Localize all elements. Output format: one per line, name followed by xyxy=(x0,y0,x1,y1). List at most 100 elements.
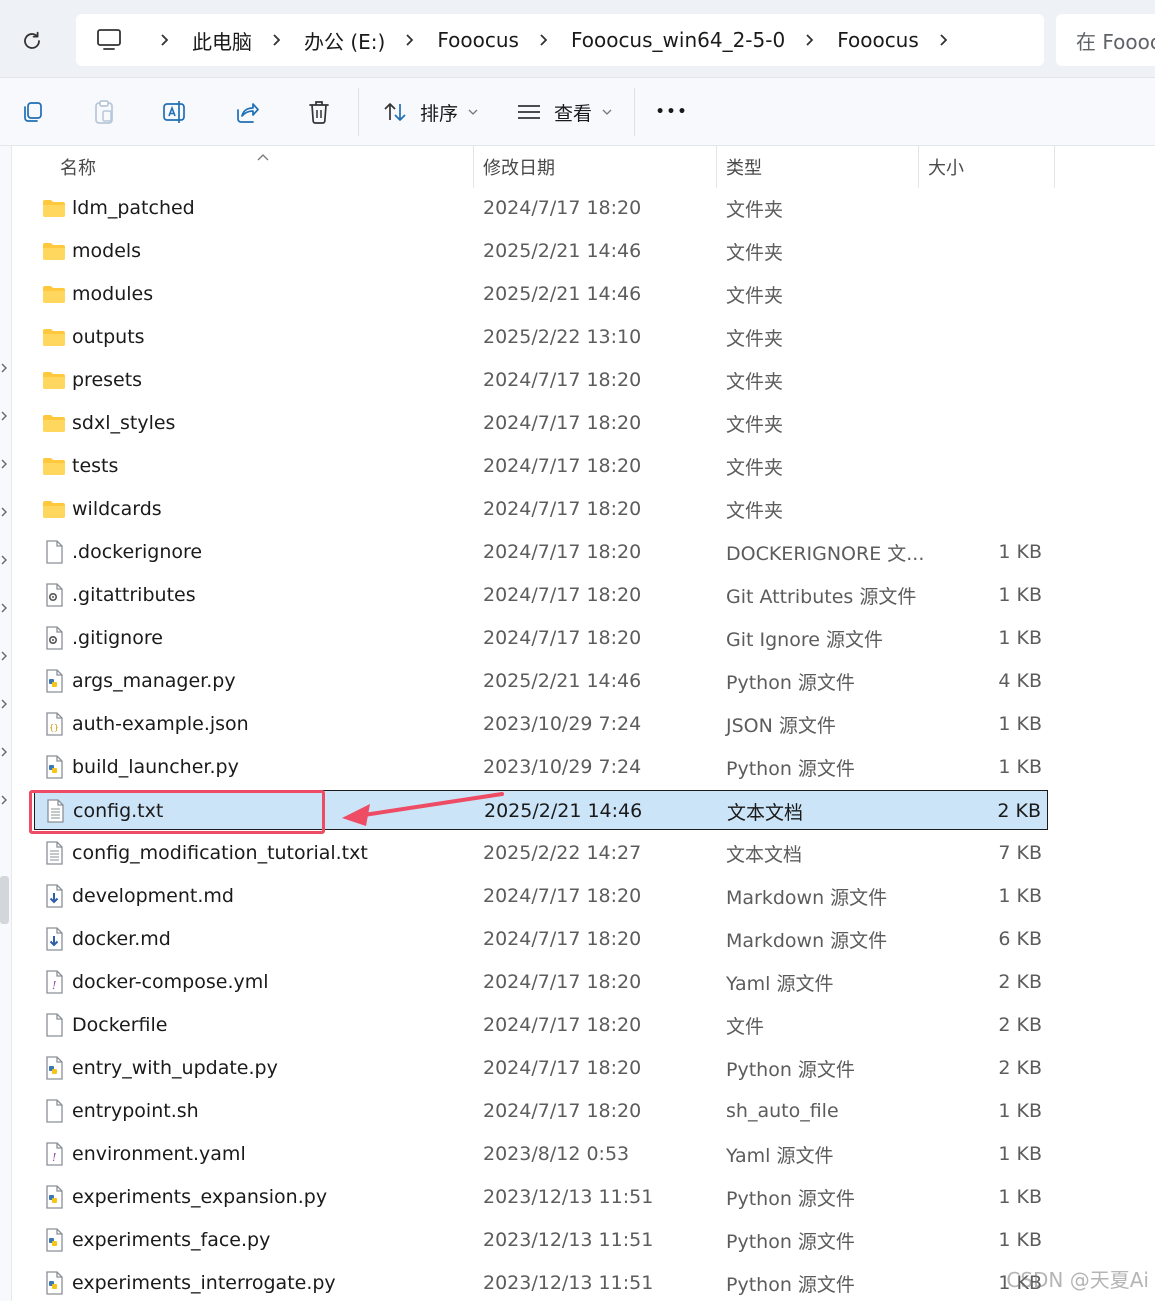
column-header-name[interactable]: 名称 xyxy=(60,146,96,188)
file-date-modified: 2023/12/13 11:51 xyxy=(483,1177,653,1217)
folder-icon xyxy=(42,231,66,271)
file-row-selected[interactable]: config.txt2025/2/21 14:46文本文档2 KB xyxy=(34,790,1048,830)
file-row[interactable]: !docker-compose.yml2024/7/17 18:20Yaml 源… xyxy=(34,962,1048,1002)
view-button[interactable]: 查看 xyxy=(514,92,614,132)
nav-scrollbar-thumb[interactable] xyxy=(0,876,9,924)
column-divider[interactable] xyxy=(918,146,919,188)
search-input[interactable]: 在 Fooocus 中搜索 xyxy=(1056,14,1155,66)
file-row[interactable]: entrypoint.sh2024/7/17 18:20sh_auto_file… xyxy=(34,1091,1048,1131)
file-date-modified: 2023/10/29 7:24 xyxy=(483,704,641,744)
blank-file-icon xyxy=(42,1005,66,1045)
svg-text:!: ! xyxy=(52,1151,56,1164)
chevron-right-icon[interactable] xyxy=(1,602,9,614)
file-type: 文件夹 xyxy=(726,231,783,271)
file-name: auth-example.json xyxy=(72,704,249,744)
chevron-right-icon[interactable] xyxy=(1,362,9,374)
clipboard-icon xyxy=(92,99,116,125)
chevron-right-icon[interactable] xyxy=(1,410,9,422)
chevron-right-icon[interactable] xyxy=(1,458,9,470)
column-header-date[interactable]: 修改日期 xyxy=(483,146,555,188)
column-divider[interactable] xyxy=(716,146,717,188)
more-options-button[interactable]: ••• xyxy=(652,92,692,132)
file-date-modified: 2025/2/22 13:10 xyxy=(483,317,641,357)
breadcrumb-item-this-pc[interactable]: 此电脑 xyxy=(188,26,256,55)
copy-button[interactable] xyxy=(14,92,50,132)
chevron-right-icon[interactable] xyxy=(805,33,815,47)
chevron-right-icon[interactable] xyxy=(1,650,9,662)
sort-ascending-icon xyxy=(256,146,270,167)
refresh-button[interactable] xyxy=(12,24,52,58)
this-pc-icon[interactable] xyxy=(96,26,124,54)
file-row[interactable]: experiments_interrogate.py2023/12/13 11:… xyxy=(34,1263,1048,1303)
column-divider[interactable] xyxy=(1054,146,1055,188)
breadcrumb[interactable]: 此电脑 办公 (E:) Fooocus Fooocus_win64_2-5-0 … xyxy=(76,14,1044,66)
file-row[interactable]: docker.md2024/7/17 18:20Markdown 源文件6 KB xyxy=(34,919,1048,959)
file-name: entry_with_update.py xyxy=(72,1048,278,1088)
file-row[interactable]: presets2024/7/17 18:20文件夹 xyxy=(34,360,1048,400)
file-name: .gitignore xyxy=(72,618,163,658)
file-row[interactable]: wildcards2024/7/17 18:20文件夹 xyxy=(34,489,1048,529)
column-header-type[interactable]: 类型 xyxy=(726,146,762,188)
chevron-right-icon[interactable] xyxy=(1,794,9,806)
file-row[interactable]: tests2024/7/17 18:20文件夹 xyxy=(34,446,1048,486)
file-row[interactable]: development.md2024/7/17 18:20Markdown 源文… xyxy=(34,876,1048,916)
file-row[interactable]: build_launcher.py2023/10/29 7:24Python 源… xyxy=(34,747,1048,787)
breadcrumb-item-fooocus[interactable]: Fooocus xyxy=(433,28,523,52)
file-row[interactable]: experiments_expansion.py2023/12/13 11:51… xyxy=(34,1177,1048,1217)
file-row[interactable]: ldm_patched2024/7/17 18:20文件夹 xyxy=(34,188,1048,228)
file-row[interactable]: args_manager.py2025/2/21 14:46Python 源文件… xyxy=(34,661,1048,701)
file-size: 2 KB xyxy=(998,1005,1042,1045)
navigation-pane-edge[interactable] xyxy=(0,146,12,1301)
file-row[interactable]: .gitignore2024/7/17 18:20Git Ignore 源文件1… xyxy=(34,618,1048,658)
chevron-right-icon[interactable] xyxy=(160,33,170,47)
share-button[interactable] xyxy=(229,92,265,132)
file-type: 文件夹 xyxy=(726,403,783,443)
chevron-right-icon[interactable] xyxy=(1,554,9,566)
chevron-right-icon[interactable] xyxy=(1,698,9,710)
column-header-size[interactable]: 大小 xyxy=(928,146,964,188)
file-name: modules xyxy=(72,274,153,314)
file-row[interactable]: modules2025/2/21 14:46文件夹 xyxy=(34,274,1048,314)
chevron-right-icon[interactable] xyxy=(1,746,9,758)
file-date-modified: 2025/2/21 14:46 xyxy=(483,661,641,701)
file-size: 2 KB xyxy=(998,962,1042,1002)
chevron-right-icon[interactable] xyxy=(1,506,9,518)
file-row[interactable]: outputs2025/2/22 13:10文件夹 xyxy=(34,317,1048,357)
file-name: outputs xyxy=(72,317,145,357)
breadcrumb-item-fooocus-current[interactable]: Fooocus xyxy=(833,28,923,52)
chevron-right-icon[interactable] xyxy=(939,33,949,47)
file-row[interactable]: config_modification_tutorial.txt2025/2/2… xyxy=(34,833,1048,873)
file-type: Python 源文件 xyxy=(726,1048,855,1088)
chevron-right-icon[interactable] xyxy=(405,33,415,47)
file-date-modified: 2024/7/17 18:20 xyxy=(483,532,641,572)
sort-button[interactable]: 排序 xyxy=(380,92,480,132)
column-divider[interactable] xyxy=(473,146,474,188)
python-file-icon xyxy=(42,1048,66,1088)
svg-text:!: ! xyxy=(52,979,56,992)
file-row[interactable]: .dockerignore2024/7/17 18:20DOCKERIGNORE… xyxy=(34,532,1048,572)
file-type: 文件 xyxy=(726,1005,764,1045)
file-row[interactable]: Dockerfile2024/7/17 18:20文件2 KB xyxy=(34,1005,1048,1045)
chevron-right-icon[interactable] xyxy=(272,33,282,47)
file-row[interactable]: {}auth-example.json2023/10/29 7:24JSON 源… xyxy=(34,704,1048,744)
file-date-modified: 2024/7/17 18:20 xyxy=(483,919,641,959)
breadcrumb-item-drive-e[interactable]: 办公 (E:) xyxy=(300,26,389,55)
file-row[interactable]: experiments_face.py2023/12/13 11:51Pytho… xyxy=(34,1220,1048,1260)
file-row[interactable]: entry_with_update.py2024/7/17 18:20Pytho… xyxy=(34,1048,1048,1088)
file-name: tests xyxy=(72,446,118,486)
json-file-icon: {} xyxy=(42,704,66,744)
file-row[interactable]: !environment.yaml2023/8/12 0:53Yaml 源文件1… xyxy=(34,1134,1048,1174)
file-row[interactable]: models2025/2/21 14:46文件夹 xyxy=(34,231,1048,271)
delete-button[interactable] xyxy=(301,92,337,132)
file-name: wildcards xyxy=(72,489,162,529)
rename-button[interactable] xyxy=(156,92,192,132)
file-row[interactable]: sdxl_styles2024/7/17 18:20文件夹 xyxy=(34,403,1048,443)
chevron-right-icon[interactable] xyxy=(539,33,549,47)
file-row[interactable]: .gitattributes2024/7/17 18:20Git Attribu… xyxy=(34,575,1048,615)
paste-button[interactable] xyxy=(86,92,122,132)
blank-file-icon xyxy=(42,1091,66,1131)
breadcrumb-item-fooocus-win64[interactable]: Fooocus_win64_2-5-0 xyxy=(567,28,789,52)
file-date-modified: 2024/7/17 18:20 xyxy=(483,188,641,228)
folder-icon xyxy=(42,188,66,228)
file-date-modified: 2024/7/17 18:20 xyxy=(483,1005,641,1045)
